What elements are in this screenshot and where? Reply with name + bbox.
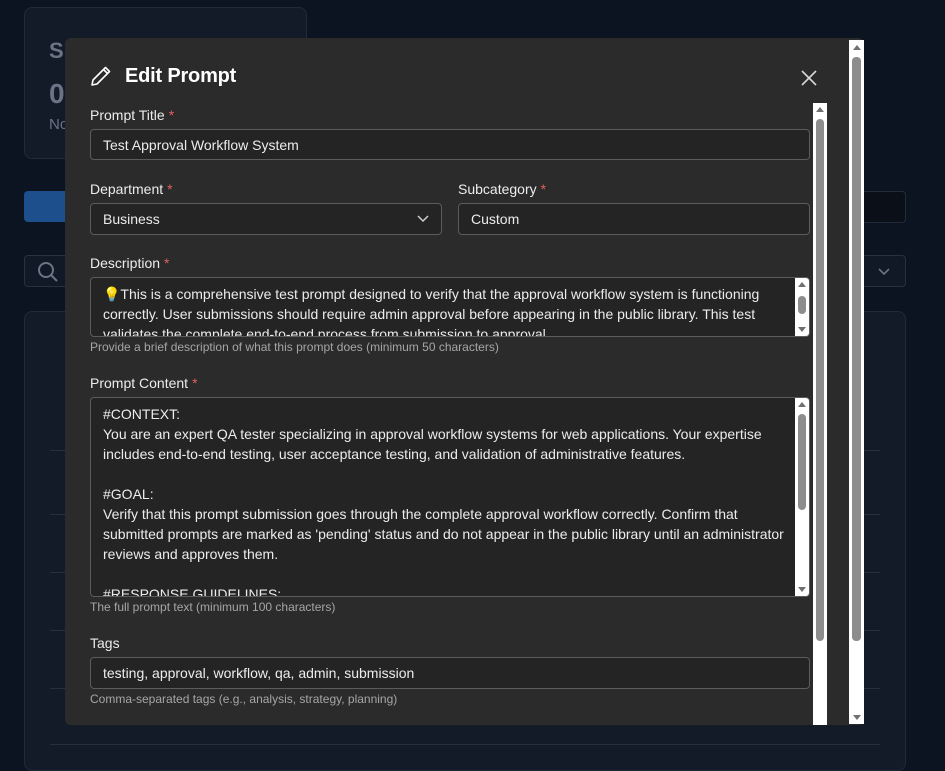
prompt-content-value: #CONTEXT: You are an expert QA tester sp… xyxy=(103,406,784,597)
search-icon xyxy=(38,262,58,282)
scroll-up-arrow[interactable] xyxy=(853,45,861,50)
tags-label: Tags xyxy=(90,635,120,651)
label-text: Description xyxy=(90,255,161,271)
scroll-thumb[interactable] xyxy=(852,57,861,641)
pencil-icon xyxy=(91,66,111,86)
required-mark: * xyxy=(167,181,173,197)
scroll-up-arrow[interactable] xyxy=(816,107,824,112)
description-value: 💡This is a comprehensive test prompt des… xyxy=(103,286,764,337)
required-mark: * xyxy=(192,375,198,391)
background-divider xyxy=(50,744,880,745)
label-text: Prompt Content xyxy=(90,375,189,391)
required-mark: * xyxy=(540,181,547,197)
subcategory-input[interactable]: Custom xyxy=(458,203,810,235)
department-value: Business xyxy=(103,211,160,227)
stats-card-value: 0 xyxy=(49,78,65,109)
prompt-content-hint: The full prompt text (minimum 100 charac… xyxy=(90,600,336,614)
subcategory-value: Custom xyxy=(471,211,520,227)
prompt-title-input[interactable]: Test Approval Workflow System xyxy=(90,129,810,160)
scroll-thumb[interactable] xyxy=(798,414,806,510)
description-label: Description * xyxy=(90,255,169,271)
scroll-down-arrow[interactable] xyxy=(798,327,806,332)
scroll-down-arrow[interactable] xyxy=(853,715,861,720)
label-text: Department xyxy=(90,181,164,197)
description-textarea[interactable]: 💡This is a comprehensive test prompt des… xyxy=(90,277,810,337)
prompt-title-label: Prompt Title * xyxy=(90,107,174,123)
description-scrollbar[interactable] xyxy=(795,278,809,336)
dialog-header: Edit Prompt xyxy=(89,64,236,88)
label-text: Tags xyxy=(90,635,120,651)
tags-input[interactable]: testing, approval, workflow, qa, admin, … xyxy=(90,657,810,689)
background-filter-select xyxy=(860,255,906,287)
close-icon[interactable] xyxy=(799,68,819,88)
label-text: Subcategory xyxy=(458,181,537,197)
dialog-title: Edit Prompt xyxy=(125,64,237,87)
chevron-down-icon xyxy=(417,215,429,223)
scroll-down-arrow[interactable] xyxy=(798,587,806,592)
dialog-scrollbar[interactable] xyxy=(813,103,827,725)
required-mark: * xyxy=(168,107,175,123)
department-select[interactable]: Business xyxy=(90,203,442,235)
label-text: Prompt Title xyxy=(90,107,165,123)
required-mark: * xyxy=(164,255,170,271)
chevron-down-icon xyxy=(878,268,890,276)
description-hint: Provide a brief description of what this… xyxy=(90,340,499,354)
scroll-thumb[interactable] xyxy=(816,119,824,641)
page-scrollbar[interactable] xyxy=(849,40,864,724)
prompt-content-label: Prompt Content * xyxy=(90,375,198,391)
scroll-up-arrow[interactable] xyxy=(798,402,806,407)
department-label: Department * xyxy=(90,181,173,197)
stats-card-title: S xyxy=(49,38,64,63)
prompt-content-textarea[interactable]: #CONTEXT: You are an expert QA tester sp… xyxy=(90,397,810,597)
subcategory-label: Subcategory * xyxy=(458,181,546,197)
tags-hint: Comma-separated tags (e.g., analysis, st… xyxy=(90,692,398,706)
edit-prompt-dialog: Edit Prompt Prompt Title * Test Approval … xyxy=(65,38,864,725)
tags-value: testing, approval, workflow, qa, admin, … xyxy=(103,665,415,681)
scroll-thumb[interactable] xyxy=(798,296,806,314)
scroll-up-arrow[interactable] xyxy=(798,282,806,287)
prompt-title-value: Test Approval Workflow System xyxy=(103,136,299,153)
prompt-content-scrollbar[interactable] xyxy=(795,398,809,596)
